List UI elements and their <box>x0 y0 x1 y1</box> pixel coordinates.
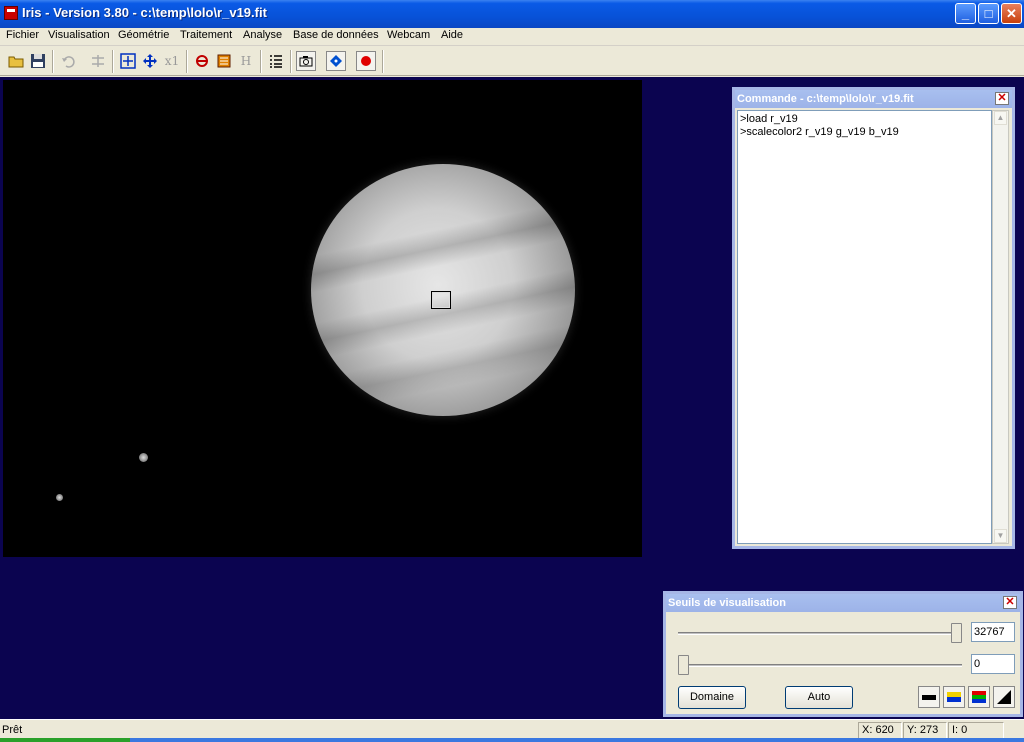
toolbar-separator <box>290 50 292 73</box>
menu-analyse[interactable]: Analyse <box>243 29 282 41</box>
menu-aide[interactable]: Aide <box>441 29 463 41</box>
menu-webcam[interactable]: Webcam <box>387 29 430 41</box>
zoom-x1-icon[interactable]: x1 <box>162 51 182 71</box>
undo-icon[interactable] <box>58 51 78 71</box>
image-viewport[interactable] <box>3 80 642 557</box>
high-threshold-track[interactable] <box>678 632 962 635</box>
low-threshold-track[interactable] <box>678 664 962 667</box>
command-panel-title-text: Commande - c:\temp\lolo\r_v19.fit <box>737 93 914 105</box>
threshold-panel-close-button[interactable]: ✕ <box>1003 596 1017 609</box>
flip-icon[interactable] <box>88 51 108 71</box>
planet-image <box>311 164 575 416</box>
maximize-button[interactable]: □ <box>978 3 999 24</box>
status-y-coordinate: Y: 273 <box>903 722 947 739</box>
moon-image <box>139 453 148 462</box>
status-intensity: I: 0 <box>948 722 1004 739</box>
auto-button[interactable]: Auto <box>785 686 853 709</box>
histogram-icon[interactable]: H <box>236 51 256 71</box>
threshold-panel-title-text: Seuils de visualisation <box>668 597 786 609</box>
record-icon[interactable] <box>356 51 376 71</box>
gradient-palette-icon[interactable] <box>993 686 1015 708</box>
menu-visualisation[interactable]: Visualisation <box>48 29 110 41</box>
rotate-icon[interactable] <box>192 51 212 71</box>
command-line: >load r_v19 <box>740 113 798 125</box>
menu-geometrie[interactable]: Géométrie <box>118 29 169 41</box>
toolbar-separator <box>112 50 114 73</box>
command-panel-close-button[interactable]: ✕ <box>995 92 1009 105</box>
command-text-area[interactable]: >load r_v19 >scalecolor2 r_v19 g_v19 b_v1… <box>737 110 992 544</box>
list-icon[interactable] <box>266 51 286 71</box>
moon-image <box>56 494 63 501</box>
domaine-button[interactable]: Domaine <box>678 686 746 709</box>
toolbar-separator <box>382 50 384 73</box>
toolbar: x1 H <box>0 47 1024 76</box>
menu-traitement[interactable]: Traitement <box>180 29 232 41</box>
title-bar: Iris - Version 3.80 - c:\temp\lolo\r_v19… <box>0 0 1024 28</box>
move-icon[interactable] <box>140 51 160 71</box>
open-folder-icon[interactable] <box>6 51 26 71</box>
rgb-palette-icon[interactable] <box>968 686 990 708</box>
threshold-panel-title: Seuils de visualisation ✕ <box>666 594 1020 612</box>
black-palette-icon[interactable] <box>918 686 940 708</box>
toolbar-separator <box>186 50 188 73</box>
toolbar-separator <box>260 50 262 73</box>
selection-box[interactable] <box>431 291 451 309</box>
scroll-up-icon[interactable]: ▲ <box>994 111 1007 125</box>
status-text: Prêt <box>2 724 23 736</box>
zoom-fit-icon[interactable] <box>118 51 138 71</box>
low-threshold-input[interactable]: 0 <box>971 654 1015 674</box>
command-panel-title: Commande - c:\temp\lolo\r_v19.fit ✕ <box>735 90 1012 108</box>
window-title: Iris - Version 3.80 - c:\temp\lolo\r_v19… <box>22 5 267 20</box>
menu-fichier[interactable]: Fichier <box>6 29 39 41</box>
command-line: >scalecolor2 r_v19 g_v19 b_v19 <box>740 126 899 138</box>
high-threshold-input[interactable]: 32767 <box>971 622 1015 642</box>
taskbar-strip <box>0 738 1024 742</box>
threshold-panel: Seuils de visualisation ✕ 32767 0 Domain… <box>663 591 1023 717</box>
app-icon <box>4 6 18 20</box>
status-x-coordinate: X: 620 <box>858 722 902 739</box>
stack-icon[interactable] <box>214 51 234 71</box>
toolbar-separator <box>52 50 54 73</box>
camera-icon[interactable] <box>296 51 316 71</box>
command-panel: Commande - c:\temp\lolo\r_v19.fit ✕ >loa… <box>732 87 1015 549</box>
scroll-down-icon[interactable]: ▼ <box>994 529 1007 543</box>
menu-base-de-donnees[interactable]: Base de données <box>293 29 379 41</box>
minimize-button[interactable]: _ <box>955 3 976 24</box>
diamond-icon[interactable] <box>326 51 346 71</box>
close-button[interactable]: ✕ <box>1001 3 1022 24</box>
low-threshold-slider[interactable] <box>678 655 689 675</box>
menu-bar: Fichier Visualisation Géométrie Traiteme… <box>0 28 1024 46</box>
save-icon[interactable] <box>28 51 48 71</box>
command-scrollbar[interactable]: ▲ ▼ <box>992 110 1009 544</box>
high-threshold-slider[interactable] <box>951 623 962 643</box>
yellow-blue-palette-icon[interactable] <box>943 686 965 708</box>
